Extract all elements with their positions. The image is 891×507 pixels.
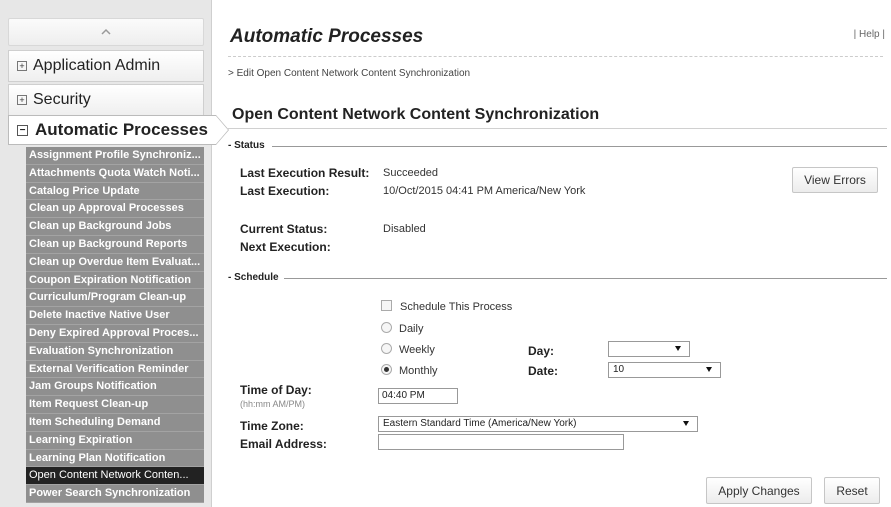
list-item[interactable]: Curriculum/Program Clean-up	[26, 289, 204, 308]
chevron-up-icon	[101, 28, 111, 35]
list-item[interactable]: External Verification Reminder	[26, 360, 204, 379]
sidebar-collapse-button[interactable]	[8, 18, 204, 46]
monthly-radio[interactable]	[381, 364, 392, 375]
list-item[interactable]: Attachments Quota Watch Noti...	[26, 164, 204, 183]
breadcrumb: > Edit Open Content Network Content Sync…	[228, 68, 471, 79]
fieldset-border	[284, 278, 887, 279]
list-item[interactable]: Evaluation Synchronization	[26, 342, 204, 361]
day-label: Day:	[528, 344, 555, 358]
sidebar-item-automatic-processes[interactable]: − Automatic Processes	[8, 115, 229, 145]
caret-down-icon	[706, 367, 712, 372]
list-item[interactable]: Coupon Expiration Notification	[26, 271, 204, 290]
schedule-checkbox[interactable]	[381, 300, 392, 311]
list-item[interactable]: Jam Groups Notification	[26, 378, 204, 397]
view-errors-button[interactable]: View Errors	[792, 167, 878, 193]
sidebar-item-security[interactable]: + Security	[8, 84, 204, 116]
plus-box-icon: +	[17, 95, 27, 105]
page-title: Automatic Processes	[230, 26, 424, 47]
schedule-checkbox-label: Schedule This Process	[400, 301, 513, 313]
day-select[interactable]	[608, 341, 690, 357]
reset-button[interactable]: Reset	[824, 477, 880, 504]
list-item[interactable]: Clean up Background Reports	[26, 235, 204, 254]
plus-box-icon: +	[17, 61, 27, 71]
minus-box-icon: −	[17, 124, 28, 136]
fieldset-border	[272, 146, 887, 147]
email-address-label: Email Address:	[240, 437, 327, 451]
last-result-value: Succeeded	[383, 167, 439, 179]
divider	[228, 56, 883, 57]
list-item[interactable]: Power Search Synchronization	[26, 485, 204, 503]
email-address-input[interactable]	[378, 434, 624, 450]
sidebar-item-application-admin[interactable]: + Application Admin	[8, 50, 204, 82]
sidebar: + Application Admin + Security − Automat…	[0, 0, 229, 507]
next-execution-label: Next Execution:	[240, 240, 331, 254]
daily-radio[interactable]	[381, 322, 392, 333]
time-zone-label: Time Zone:	[240, 419, 304, 433]
last-result-label: Last Execution Result:	[240, 166, 370, 180]
list-item[interactable]: Clean up Approval Processes	[26, 200, 204, 219]
list-item[interactable]: Learning Plan Notification	[26, 449, 204, 468]
current-status-label: Current Status:	[240, 222, 328, 236]
automatic-processes-list: Assignment Profile Synchroniz... Attachm…	[26, 147, 204, 503]
list-item[interactable]: Delete Inactive Native User	[26, 307, 204, 325]
status-legend: - Status	[228, 140, 268, 151]
last-execution-value: 10/Oct/2015 04:41 PM America/New York	[383, 185, 586, 197]
date-select[interactable]: 10	[608, 362, 721, 378]
list-item[interactable]: Clean up Overdue Item Evaluat...	[26, 253, 204, 272]
sidebar-item-label: Application Admin	[33, 57, 161, 74]
weekly-radio[interactable]	[381, 343, 392, 354]
last-execution-label: Last Execution:	[240, 184, 330, 198]
list-item[interactable]: Learning Expiration	[26, 431, 204, 450]
sidebar-item-label: Automatic Processes	[35, 120, 208, 139]
caret-down-icon	[683, 421, 689, 426]
main-content: Automatic Processes | Help | > Edit Open…	[228, 0, 891, 507]
list-item[interactable]: Item Request Clean-up	[26, 396, 204, 414]
list-item[interactable]: Item Scheduling Demand	[26, 413, 204, 432]
list-item[interactable]: Catalog Price Update	[26, 182, 204, 201]
apply-changes-button[interactable]: Apply Changes	[706, 477, 812, 504]
list-item[interactable]: Assignment Profile Synchroniz...	[26, 147, 204, 165]
date-label: Date:	[528, 364, 559, 378]
time-of-day-input[interactable]: 04:40 PM	[378, 388, 458, 404]
help-link[interactable]: | Help |	[854, 29, 885, 40]
section-title: Open Content Network Content Synchroniza…	[232, 106, 600, 123]
divider	[228, 128, 887, 129]
time-of-day-label: Time of Day:	[240, 383, 312, 397]
schedule-legend: - Schedule	[228, 272, 282, 283]
weekly-radio-label: Weekly	[399, 344, 435, 356]
time-format-hint: (hh:mm AM/PM)	[240, 399, 306, 409]
daily-radio-label: Daily	[399, 323, 424, 335]
caret-down-icon	[675, 346, 681, 351]
sidebar-item-label: Security	[33, 91, 91, 108]
time-zone-select[interactable]: Eastern Standard Time (America/New York)	[378, 416, 698, 432]
list-item-selected[interactable]: Open Content Network Conten...	[26, 467, 204, 486]
list-item[interactable]: Deny Expired Approval Proces...	[26, 324, 204, 343]
current-status-value: Disabled	[383, 223, 426, 235]
list-item[interactable]: Clean up Background Jobs	[26, 218, 204, 236]
monthly-radio-label: Monthly	[399, 365, 438, 377]
